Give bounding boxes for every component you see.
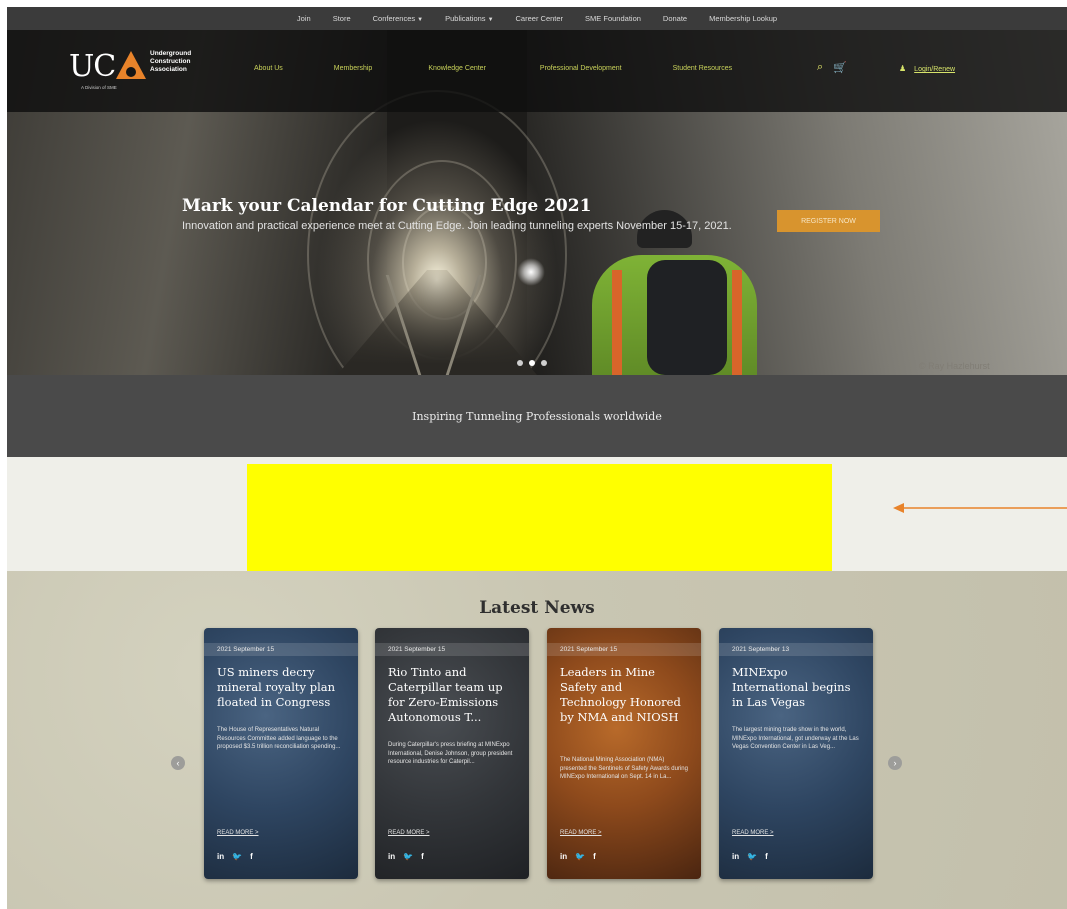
- news-card-date: 2021 September 15: [547, 643, 701, 656]
- hero-title: Mark your Calendar for Cutting Edge 2021: [182, 196, 592, 216]
- news-card-headline[interactable]: Rio Tinto and Caterpillar team up for Ze…: [388, 665, 520, 725]
- news-card-date: 2021 September 15: [375, 643, 529, 656]
- news-card[interactable]: 2021 September 15 US miners decry minera…: [204, 628, 358, 879]
- tagline-text: Inspiring Tunneling Professionals worldw…: [412, 409, 662, 423]
- latest-news-title: Latest News: [479, 598, 595, 618]
- logo-tagline: A Division of SME: [81, 85, 117, 90]
- utility-link-conferences[interactable]: Conferences ▼: [362, 14, 434, 23]
- register-now-button[interactable]: REGISTER NOW: [777, 210, 880, 232]
- utility-link-publications[interactable]: Publications ▼: [434, 14, 504, 23]
- nav-item-membership[interactable]: Membership: [334, 65, 373, 72]
- vest-stripe: [732, 270, 742, 375]
- utility-link-donate[interactable]: Donate: [652, 14, 698, 23]
- social-links: in 🐦 f: [217, 852, 253, 861]
- news-card[interactable]: 2021 September 13 MINExpo International …: [719, 628, 873, 879]
- utility-link-store[interactable]: Store: [322, 14, 362, 23]
- nav-item-professional-development[interactable]: Professional Development: [540, 65, 622, 72]
- hero-carousel: UC Underground Construction Association …: [7, 30, 1067, 375]
- news-card-excerpt: During Caterpillar's press briefing at M…: [388, 742, 513, 765]
- login-renew-link[interactable]: ♟ Login/Renew: [899, 64, 955, 73]
- worker-backpack: [647, 260, 727, 375]
- caret-down-icon: ▼: [487, 17, 494, 23]
- utility-bar: Join Store Conferences ▼ Publications ▼ Ca…: [7, 7, 1067, 30]
- person-icon: ♟: [899, 64, 907, 73]
- news-card-headline[interactable]: Leaders in Mine Safety and Technology Ho…: [560, 665, 692, 725]
- news-card[interactable]: 2021 September 15 Rio Tinto and Caterpil…: [375, 628, 529, 879]
- carousel-dot[interactable]: [517, 360, 523, 366]
- nav-item-student-resources[interactable]: Student Resources: [673, 65, 733, 72]
- logo-letters: UC: [69, 49, 116, 84]
- hero-subtitle: Innovation and practical experience meet…: [182, 220, 732, 232]
- latest-news-section: Latest News ‹ › 2021 September 15 US min…: [7, 571, 1067, 909]
- linkedin-icon[interactable]: in: [217, 852, 224, 861]
- chevron-right-icon: ›: [893, 758, 897, 768]
- worker-figure: [592, 210, 762, 375]
- facebook-icon[interactable]: f: [593, 852, 596, 861]
- annotation-arrow-icon: [893, 503, 1067, 513]
- twitter-icon[interactable]: 🐦: [747, 852, 757, 861]
- page-canvas: Join Store Conferences ▼ Publications ▼ Ca…: [7, 7, 1067, 909]
- facebook-icon[interactable]: f: [250, 852, 253, 861]
- nav-item-knowledge-center[interactable]: Knowledge Center: [428, 65, 486, 72]
- news-card-date: 2021 September 15: [204, 643, 358, 656]
- news-card-excerpt: The National Mining Association (NMA) pr…: [560, 757, 688, 780]
- nav-item-about-us[interactable]: About Us: [254, 65, 283, 72]
- news-card-excerpt: The House of Representatives Natural Res…: [217, 727, 341, 750]
- linkedin-icon[interactable]: in: [388, 852, 395, 861]
- news-card-headline[interactable]: US miners decry mineral royalty plan flo…: [217, 665, 349, 710]
- news-card-date: 2021 September 13: [719, 643, 873, 656]
- read-more-link[interactable]: READ MORE >: [217, 830, 259, 836]
- linkedin-icon[interactable]: in: [560, 852, 567, 861]
- cart-icon[interactable]: 🛒: [833, 61, 847, 74]
- facebook-icon[interactable]: f: [765, 852, 768, 861]
- facebook-icon[interactable]: f: [421, 852, 424, 861]
- uca-logo[interactable]: UC Underground Construction Association …: [69, 49, 209, 94]
- twitter-icon[interactable]: 🐦: [403, 852, 413, 861]
- twitter-icon[interactable]: 🐦: [575, 852, 585, 861]
- carousel-dot-active[interactable]: [529, 360, 535, 366]
- caret-down-icon: ▼: [417, 17, 424, 23]
- vest-stripe: [612, 270, 622, 375]
- carousel-prev-button[interactable]: ‹: [171, 756, 185, 770]
- social-links: in 🐦 f: [732, 852, 768, 861]
- news-card-headline[interactable]: MINExpo International begins in Las Vega…: [732, 665, 864, 710]
- login-label: Login/Renew: [914, 66, 956, 73]
- carousel-dots: [517, 360, 547, 366]
- utility-link-sme-foundation[interactable]: SME Foundation: [574, 14, 652, 23]
- logo-tunnel-icon: [126, 67, 136, 77]
- main-nav: About Us Membership Knowledge Center Pro…: [254, 65, 732, 72]
- photo-credit: © Ray Hazlehurst: [919, 361, 990, 371]
- carousel-dot[interactable]: [541, 360, 547, 366]
- read-more-link[interactable]: READ MORE >: [560, 830, 602, 836]
- carousel-next-button[interactable]: ›: [888, 756, 902, 770]
- tunnel-light: [517, 258, 545, 286]
- header-icons: ⌕ 🛒: [817, 61, 847, 74]
- social-links: in 🐦 f: [560, 852, 596, 861]
- linkedin-icon[interactable]: in: [732, 852, 739, 861]
- tagline-band: Inspiring Tunneling Professionals worldw…: [7, 375, 1067, 457]
- logo-association-name: Underground Construction Association: [150, 50, 192, 73]
- social-links: in 🐦 f: [388, 852, 424, 861]
- highlight-box: [247, 464, 832, 571]
- news-card-excerpt: The largest mining trade show in the wor…: [732, 727, 859, 750]
- twitter-icon[interactable]: 🐦: [232, 852, 242, 861]
- news-card[interactable]: 2021 September 15 Leaders in Mine Safety…: [547, 628, 701, 879]
- read-more-link[interactable]: READ MORE >: [388, 830, 430, 836]
- read-more-link[interactable]: READ MORE >: [732, 830, 774, 836]
- utility-link-join[interactable]: Join: [286, 14, 322, 23]
- utility-link-membership-lookup[interactable]: Membership Lookup: [698, 14, 788, 23]
- utility-link-career-center[interactable]: Career Center: [505, 14, 575, 23]
- chevron-left-icon: ‹: [176, 758, 180, 768]
- search-icon[interactable]: ⌕: [817, 61, 823, 74]
